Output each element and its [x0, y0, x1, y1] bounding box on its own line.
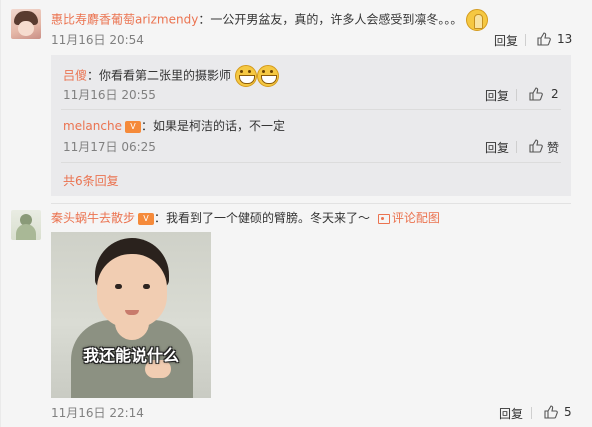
vip-badge-icon: V: [138, 212, 155, 225]
image-caption: 我还能说什么: [82, 346, 179, 365]
comment-image-link[interactable]: 评论配图: [392, 211, 440, 225]
reply-divider: [61, 109, 561, 110]
username-link[interactable]: 秦头蜗牛去散步: [51, 211, 135, 225]
grin-emoji-icon: [256, 65, 279, 87]
reply-button[interactable]: 回复: [485, 87, 509, 104]
reply-text: ：你看看第二张里的摄影师: [87, 68, 232, 83]
comment-text: ：一公开男盆友，真的，许多人会感受到凛冬。。。: [198, 12, 463, 27]
comment-image[interactable]: 我还能说什么: [51, 232, 211, 398]
reply-button[interactable]: 回复: [494, 32, 518, 49]
avatar[interactable]: [11, 210, 41, 240]
like-label: 赞: [547, 141, 560, 155]
divider-bar: [525, 34, 526, 46]
reply-body: melanche V ：如果是柯洁的话，不一定: [63, 118, 285, 134]
username-link[interactable]: 惠比寿麝香葡萄arizmendy: [51, 13, 198, 27]
reply-body: 吕傻：你看看第二张里的摄影师: [63, 65, 279, 87]
reply-text: ：如果是柯洁的话，不一定: [140, 119, 285, 133]
username-link[interactable]: melanche: [63, 119, 122, 133]
image-icon: [377, 213, 390, 224]
comment-time: 11月16日 22:14: [51, 406, 144, 420]
vip-badge-icon: V: [124, 120, 141, 133]
thumbs-up-icon[interactable]: [529, 87, 543, 101]
reply-button[interactable]: 回复: [499, 405, 523, 422]
like-count: 13: [557, 32, 573, 46]
comment-divider: [51, 203, 571, 204]
grin-emoji-icon: [234, 65, 257, 87]
username-link[interactable]: 吕傻: [63, 69, 87, 83]
comment-time: 11月16日 20:54: [51, 33, 144, 47]
avatar[interactable]: [11, 9, 41, 39]
reply-time: 11月16日 20:55: [63, 88, 156, 102]
reply-time: 11月17日 06:25: [63, 140, 156, 154]
comment-body: 秦头蜗牛去散步 V ：我看到了一个健硕的臂膀。冬天来了～ 评论配图: [51, 210, 440, 226]
pray-emoji-icon: [466, 9, 489, 31]
like-count: 5: [564, 405, 572, 419]
like-count: 2: [551, 87, 559, 101]
thumbs-up-icon[interactable]: [544, 405, 558, 419]
thumbs-up-icon[interactable]: [537, 32, 551, 46]
thumbs-up-icon[interactable]: [529, 139, 543, 153]
comment-body: 惠比寿麝香葡萄arizmendy：一公开男盆友，真的，许多人会感受到凛冬。。。: [51, 9, 489, 31]
comment-text: ：我看到了一个健硕的臂膀。冬天来了～: [154, 211, 371, 225]
reply-divider: [61, 162, 561, 163]
reply-button[interactable]: 回复: [485, 139, 509, 156]
comment-feed: 惠比寿麝香葡萄arizmendy：一公开男盆友，真的，许多人会感受到凛冬。。。 …: [0, 0, 592, 427]
divider-bar: [531, 407, 532, 419]
divider-bar: [516, 89, 517, 101]
divider-bar: [516, 141, 517, 153]
more-replies-link[interactable]: 共6条回复: [63, 172, 119, 189]
